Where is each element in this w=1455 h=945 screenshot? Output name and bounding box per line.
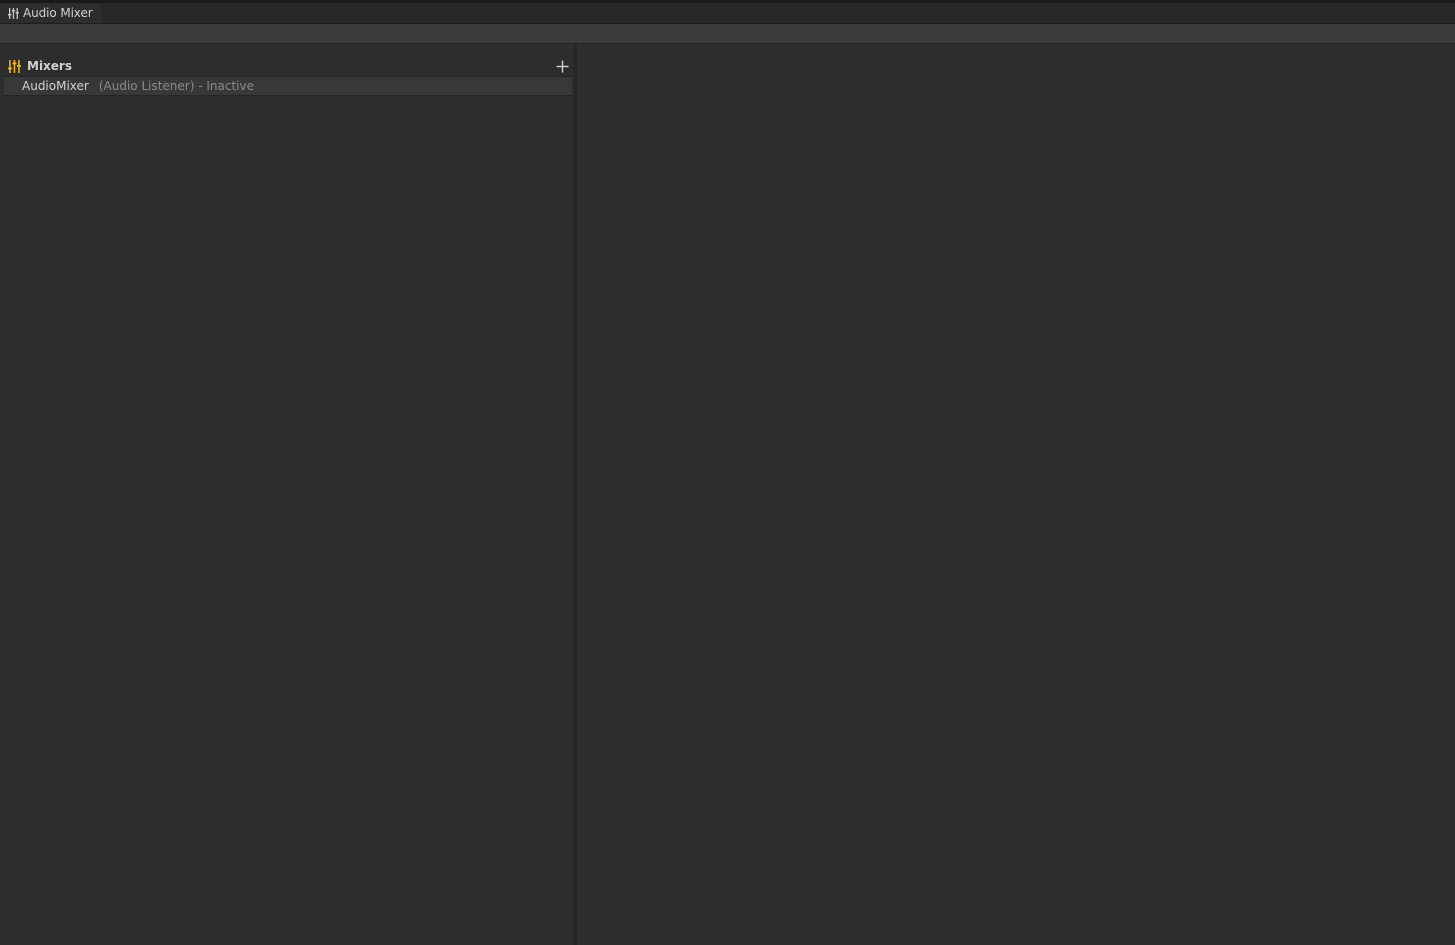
plus-icon [556,60,568,72]
mixer-content-area [577,44,1455,945]
toolbar [0,24,1455,44]
mixers-section-title: Mixers [27,59,72,73]
mixer-status: (Audio Listener) - Inactive [98,79,254,93]
mixers-panel: Mixers AudioMixer (Audio Listener) - Ina… [0,44,574,945]
tab-label: Audio Mixer [23,6,93,20]
mixer-sliders-icon [8,7,19,19]
mixer-list-item[interactable]: AudioMixer (Audio Listener) - Inactive [4,76,572,96]
audio-mixer-window: Audio Mixer Mixers AudioMixer (Audio Lis… [0,0,1455,945]
mixer-sliders-icon [8,59,21,73]
mixer-name: AudioMixer [22,79,89,93]
tab-audio-mixer[interactable]: Audio Mixer [0,3,101,23]
add-mixer-button[interactable] [554,58,570,74]
tab-bar: Audio Mixer [0,3,1455,24]
mixers-section-header[interactable]: Mixers [4,56,573,76]
